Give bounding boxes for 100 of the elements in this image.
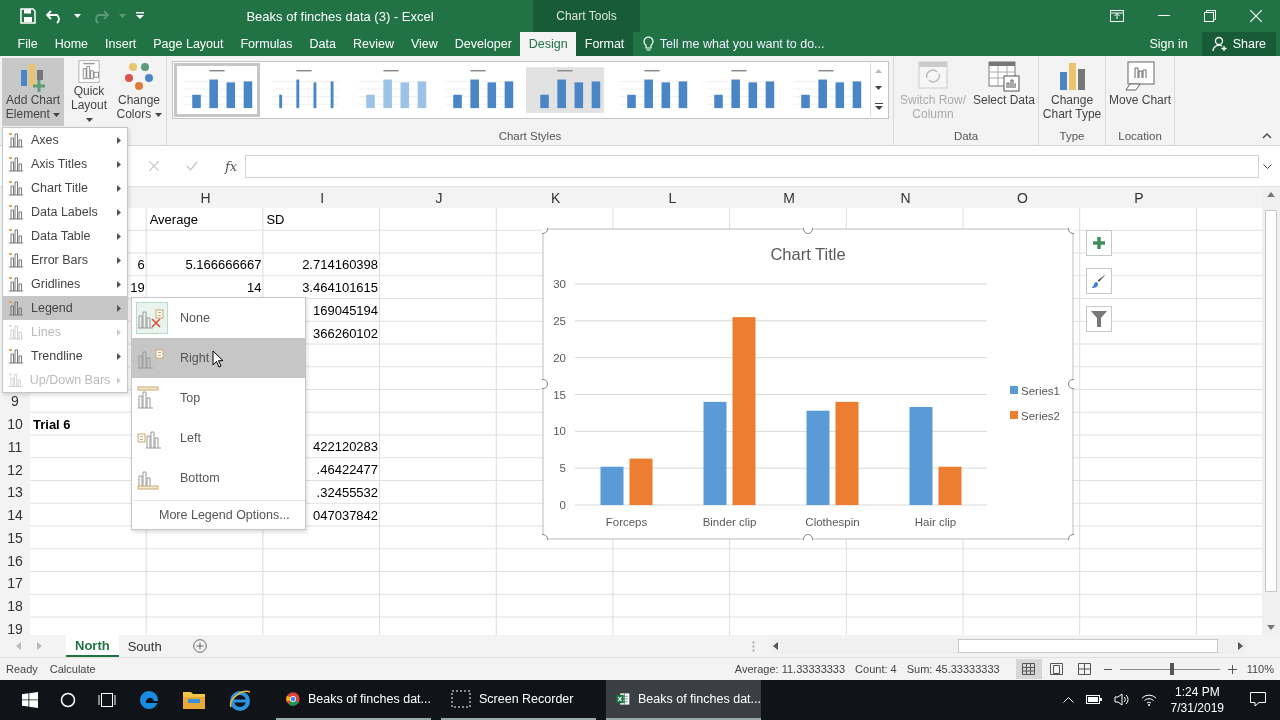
menu-item[interactable]: Trendline: [3, 344, 127, 368]
formula-input[interactable]: [245, 154, 1259, 178]
resize-handle[interactable]: [1068, 534, 1074, 540]
sheet-tab[interactable]: South: [118, 635, 171, 658]
ribbon-tab[interactable]: Developer: [446, 32, 521, 56]
browser-icon[interactable]: [138, 689, 160, 711]
column-header[interactable]: J: [435, 189, 443, 206]
splitter-icon[interactable]: [751, 640, 755, 652]
tell-me-field[interactable]: Tell me what you want to do...: [642, 32, 825, 56]
ribbon-button[interactable]: Change Chart Type: [1041, 57, 1104, 126]
notifications-icon[interactable]: [1250, 692, 1266, 708]
ribbon-display-icon[interactable]: [1110, 10, 1124, 22]
ribbon-tab[interactable]: File: [9, 32, 47, 56]
menu-item[interactable]: Axes: [3, 128, 127, 152]
add-sheet-icon[interactable]: [192, 639, 207, 654]
ribbon-tab[interactable]: View: [402, 32, 447, 56]
more-styles-icon[interactable]: [874, 103, 883, 111]
row-header[interactable]: 10: [7, 416, 23, 433]
legend-label[interactable]: Series1: [1021, 385, 1060, 397]
taskbar-app-button[interactable]: Beaks of finches dat...: [276, 680, 431, 720]
column-header[interactable]: L: [668, 189, 677, 206]
ribbon-button[interactable]: Quick Layout: [66, 57, 112, 126]
legend-label[interactable]: Series2: [1021, 410, 1060, 422]
chart-filters-button[interactable]: [1086, 306, 1112, 332]
ribbon-button[interactable]: Select Data: [972, 57, 1037, 126]
minimize-icon[interactable]: [1158, 15, 1170, 17]
resize-handle[interactable]: [803, 534, 813, 540]
menu-item[interactable]: Data Table: [3, 224, 127, 248]
row-header[interactable]: 16: [7, 552, 23, 569]
chart-styles-button[interactable]: [1086, 268, 1112, 294]
battery-icon[interactable]: [1085, 695, 1102, 705]
column-header[interactable]: M: [783, 189, 795, 206]
ribbon-tab[interactable]: Insert: [96, 32, 145, 56]
chart-style-thumbnail[interactable]: [173, 62, 260, 117]
menu-item[interactable]: Data Labels: [3, 200, 127, 224]
menu-item[interactable]: More Legend Options...: [132, 501, 305, 529]
resize-handle[interactable]: [542, 379, 548, 389]
wifi-icon[interactable]: [1140, 693, 1157, 707]
menu-item[interactable]: Error Bars: [3, 248, 127, 272]
row-header[interactable]: 14: [7, 507, 23, 524]
restore-icon[interactable]: [1204, 10, 1216, 22]
sheet-tab[interactable]: North: [66, 635, 119, 658]
menu-item[interactable]: Chart Title: [3, 176, 127, 200]
share-button[interactable]: Share: [1201, 32, 1276, 56]
scroll-thumb[interactable]: [1265, 210, 1277, 593]
ribbon-tab[interactable]: Home: [46, 32, 97, 56]
scroll-right-icon[interactable]: [1237, 642, 1243, 651]
expand-icon[interactable]: [1263, 163, 1272, 169]
row-header[interactable]: 15: [7, 530, 23, 546]
close-icon[interactable]: [1250, 10, 1262, 22]
scroll-thumb[interactable]: [957, 639, 1218, 654]
ribbon-button[interactable]: Change Colors: [114, 57, 164, 126]
row-header[interactable]: 17: [7, 575, 23, 592]
search-icon[interactable]: [60, 692, 76, 708]
ribbon-tab[interactable]: Data: [301, 32, 345, 56]
scroll-up-icon[interactable]: [1267, 192, 1275, 198]
menu-item[interactable]: Legend: [3, 296, 127, 320]
chart-elements-button[interactable]: [1086, 230, 1112, 256]
taskbar-app-button[interactable]: Screen Recorder: [441, 680, 596, 720]
scroll-up-icon[interactable]: [875, 69, 882, 74]
resize-handle[interactable]: [1068, 228, 1074, 234]
ribbon-tab[interactable]: Design: [520, 32, 577, 56]
insert-function-button[interactable]: fx: [225, 158, 238, 174]
zoom-level[interactable]: 110%: [1246, 663, 1274, 676]
row-header[interactable]: 19: [7, 621, 23, 636]
ribbon-tab[interactable]: Page Layout: [144, 32, 232, 56]
row-header[interactable]: 18: [7, 598, 23, 615]
resize-handle[interactable]: [542, 228, 548, 234]
resize-handle[interactable]: [542, 534, 548, 540]
folder-icon[interactable]: [182, 690, 206, 710]
show-hidden-icons-icon[interactable]: [1062, 697, 1074, 703]
menu-item[interactable]: Right: [132, 338, 305, 378]
row-header[interactable]: 13: [7, 484, 23, 501]
view-button[interactable]: [1015, 659, 1042, 680]
menu-item[interactable]: Axis Titles: [3, 152, 127, 176]
ribbon-button[interactable]: Move Chart: [1108, 57, 1173, 126]
save-icon[interactable]: [20, 8, 36, 24]
resize-handle[interactable]: [803, 228, 813, 234]
column-header[interactable]: H: [200, 189, 211, 206]
menu-item[interactable]: Top: [132, 378, 305, 418]
menu-item[interactable]: Left: [132, 418, 305, 458]
clock-date[interactable]: 7/31/2019: [1170, 700, 1224, 716]
menu-item[interactable]: Gridlines: [3, 272, 127, 296]
caret-icon[interactable]: [74, 14, 81, 18]
menu-item[interactable]: None: [132, 298, 305, 338]
menu-item[interactable]: Bottom: [132, 458, 305, 498]
resize-handle[interactable]: [1068, 379, 1074, 389]
customize-icon[interactable]: [136, 12, 144, 20]
column-header[interactable]: O: [1016, 189, 1028, 206]
chart-title[interactable]: Chart Title: [770, 245, 846, 263]
vertical-scrollbar[interactable]: [1262, 187, 1280, 636]
start-icon[interactable]: [22, 692, 38, 708]
sign-in-link[interactable]: Sign in: [1135, 32, 1202, 56]
zoom-in-icon[interactable]: [1227, 664, 1237, 674]
ribbon-tab[interactable]: Review: [344, 32, 403, 56]
ribbon-tab[interactable]: Format: [576, 32, 633, 56]
volume-icon[interactable]: [1113, 693, 1129, 707]
row-header[interactable]: 9: [11, 393, 19, 410]
collapse-ribbon-icon[interactable]: [1262, 133, 1272, 140]
scroll-down-icon[interactable]: [875, 86, 882, 91]
